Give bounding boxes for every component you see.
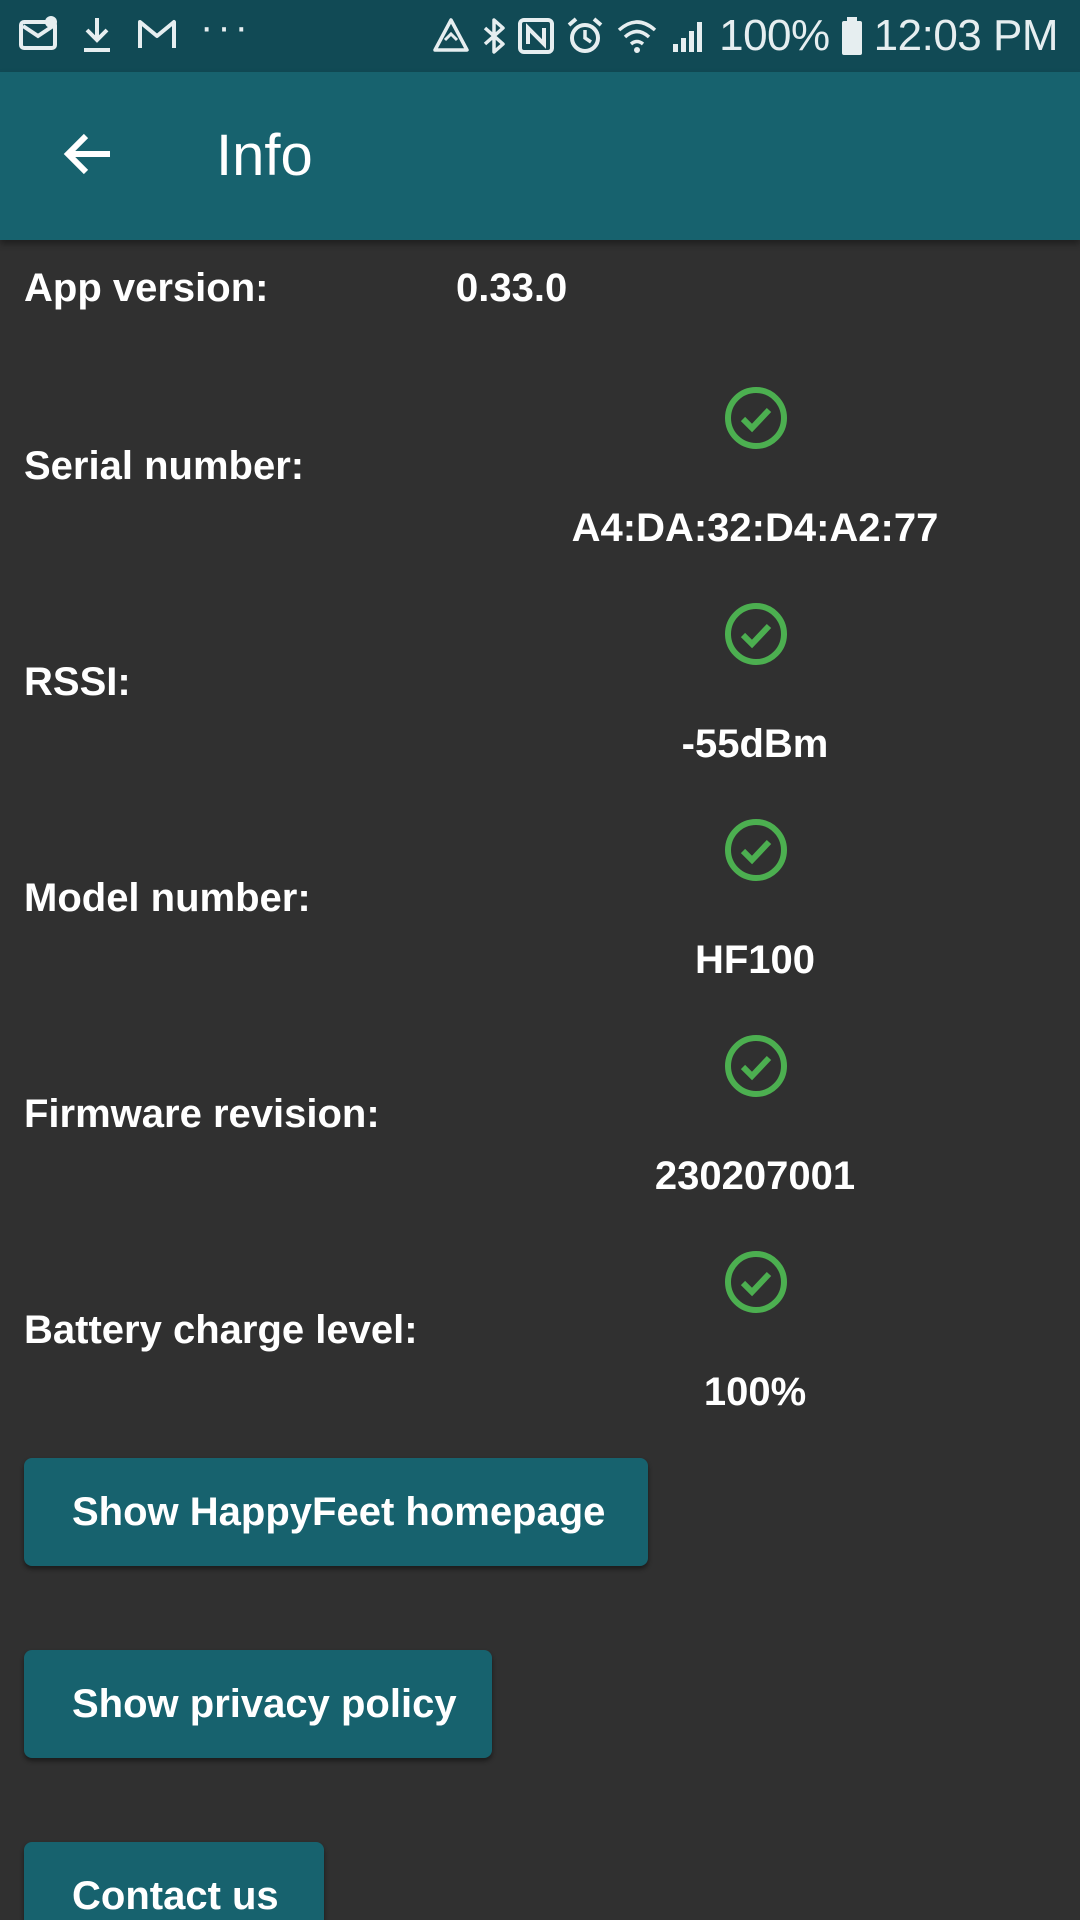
status-right: 100% 12:03 PM	[431, 8, 1059, 64]
contact-us-button[interactable]: Contact us	[24, 1842, 324, 1920]
model-number-label: Model number:	[24, 876, 311, 920]
app-version-value: 0.33.0	[456, 266, 568, 310]
signal-icon	[669, 16, 709, 56]
serial-number-value: A4:DA:32:D4:A2:77	[571, 506, 939, 550]
check-circle-icon	[724, 1250, 788, 1314]
bluetooth-icon	[481, 16, 507, 56]
info-content: App version: 0.33.0 Serial number: A4:DA…	[0, 240, 1080, 1920]
download-icon	[80, 14, 114, 54]
data-saver-icon	[431, 16, 471, 56]
wifi-icon	[615, 16, 659, 56]
gmail-icon	[136, 14, 178, 54]
show-homepage-button[interactable]: Show HappyFeet homepage	[24, 1458, 648, 1566]
battery-percent: 100%	[719, 11, 830, 60]
battery-charge-value: 100%	[703, 1370, 807, 1414]
rssi-value: -55dBm	[681, 722, 829, 766]
status-left: ···	[18, 7, 252, 54]
check-circle-icon	[724, 1034, 788, 1098]
nfc-icon	[517, 16, 555, 56]
battery-icon	[840, 15, 864, 57]
back-button[interactable]	[40, 108, 136, 204]
more-notifications-icon: ···	[200, 5, 252, 49]
model-number-value: HF100	[694, 938, 816, 982]
app-bar: Info	[0, 72, 1080, 240]
battery-charge-label: Battery charge level:	[24, 1308, 418, 1352]
page-title: Info	[216, 123, 313, 188]
status-bar: ··· 100% 12:03 PM	[0, 0, 1080, 72]
check-circle-icon	[724, 386, 788, 450]
firmware-revision-label: Firmware revision:	[24, 1092, 380, 1136]
check-circle-icon	[724, 818, 788, 882]
rssi-label: RSSI:	[24, 660, 131, 704]
clock: 12:03 PM	[873, 11, 1059, 60]
show-privacy-policy-button[interactable]: Show privacy policy	[24, 1650, 492, 1758]
arrow-left-icon	[60, 126, 116, 187]
serial-number-label: Serial number:	[24, 444, 305, 488]
alarm-icon	[565, 16, 605, 56]
mail-icon	[18, 14, 58, 54]
check-circle-icon	[724, 602, 788, 666]
info-screen: ··· 100% 12:03 PM Info App version: 0.33…	[0, 0, 1080, 1920]
app-version-label: App version:	[24, 266, 269, 310]
firmware-revision-value: 230207001	[654, 1154, 856, 1198]
